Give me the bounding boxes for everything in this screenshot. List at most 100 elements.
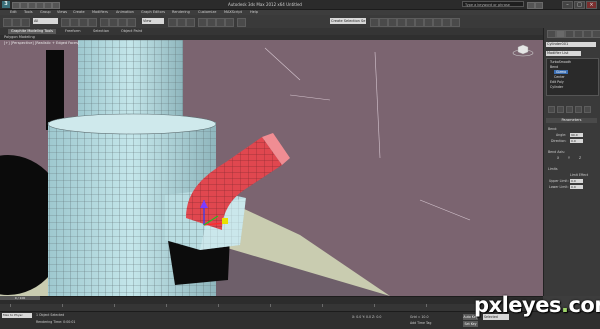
upper-limit-spinner[interactable]: 0.0 [570,179,583,183]
manipulate-icon[interactable] [177,18,186,27]
move-icon[interactable] [100,18,109,27]
angle-snap-icon[interactable] [207,18,216,27]
close-button[interactable]: × [586,1,597,9]
save-file-icon[interactable] [28,2,36,9]
select-by-name-icon[interactable] [70,18,79,27]
menu-tools[interactable]: Tools [24,10,33,14]
undo-button-icon[interactable] [3,18,12,27]
tab-selection[interactable]: Selection [90,29,112,34]
pin-stack-icon[interactable] [548,106,555,113]
render-production-icon[interactable] [451,18,460,27]
track-bar[interactable] [0,304,543,311]
display-tab-icon[interactable] [583,30,592,38]
create-tab-icon[interactable] [547,30,556,38]
render-setup-icon[interactable] [433,18,442,27]
app-logo-icon[interactable]: 3 [2,1,10,8]
viewcube-icon[interactable] [512,43,534,57]
menu-help[interactable]: Help [250,10,258,14]
window-crossing-icon[interactable] [88,18,97,27]
configure-sets-icon[interactable] [584,106,591,113]
schematic-view-icon[interactable] [415,18,424,27]
perspective-viewport[interactable]: [+] [Perspective] [Realistic + Edged Fac… [0,40,543,296]
menu-views[interactable]: Views [57,10,67,14]
menu-group[interactable]: Group [40,10,51,14]
viewport-label[interactable]: [+] [Perspective] [Realistic + Edged Fac… [4,41,79,45]
link-icon[interactable] [21,18,30,27]
select-object-icon[interactable] [61,18,70,27]
help-icon[interactable] [535,2,543,9]
set-key-button[interactable]: Set Key [463,321,478,327]
angle-spinner[interactable]: 90.0 [570,133,583,137]
menu-rendering[interactable]: Rendering [172,10,190,14]
modify-tab-icon[interactable] [556,30,565,38]
snaps-toggle-icon[interactable] [198,18,207,27]
undo-icon[interactable] [36,2,44,9]
add-time-tag-button[interactable]: Add Time Tag [410,321,431,325]
maxscript-listener-input[interactable]: Max to Physc [2,313,32,318]
limit-effect-checkbox[interactable]: Limit Effect [570,173,588,177]
stack-item[interactable]: Edit Poly [550,80,564,84]
motion-tab-icon[interactable] [574,30,583,38]
bend-group-label: Bend: [548,127,558,131]
stack-item[interactable]: Bend [550,65,558,69]
tab-graphite-modeling[interactable]: Graphite Modeling Tools [8,29,57,34]
new-file-icon[interactable] [12,2,20,9]
hierarchy-tab-icon[interactable] [565,30,574,38]
window-title: Autodesk 3ds Max 2012 x64 Untitled [228,2,302,7]
material-editor-icon[interactable] [424,18,433,27]
rendered-frame-icon[interactable] [442,18,451,27]
spinner-snap-icon[interactable] [225,18,234,27]
utilities-tab-icon[interactable] [592,30,600,38]
show-end-result-icon[interactable] [557,106,564,113]
graphite-toggle-icon[interactable] [397,18,406,27]
object-name-field[interactable]: Cylinder001 [546,42,596,47]
lower-limit-spinner[interactable]: 0.0 [570,185,583,189]
open-file-icon[interactable] [20,2,28,9]
minimize-button[interactable]: – [562,1,573,9]
menu-edit[interactable]: Edit [10,10,17,14]
mirror-icon[interactable] [370,18,379,27]
edit-named-selection-icon[interactable] [237,18,246,27]
menu-maxscript[interactable]: MAXScript [224,10,242,14]
remove-modifier-icon[interactable] [575,106,582,113]
pivot-icon[interactable] [168,18,177,27]
selection-filter-dropdown[interactable]: All [33,18,58,24]
stack-item[interactable]: Cylinder [550,85,563,89]
tab-object-paint[interactable]: Object Paint [118,29,145,34]
reference-coord-icon[interactable] [127,18,136,27]
menu-graph-editors[interactable]: Graph Editors [141,10,165,14]
stack-item[interactable]: Center [554,75,565,79]
maximize-button[interactable]: □ [574,1,585,9]
time-slider[interactable]: 0 / 100 [0,296,40,300]
stack-item[interactable]: TurboSmooth [550,60,571,64]
scale-icon[interactable] [118,18,127,27]
make-unique-icon[interactable] [566,106,573,113]
layer-manager-icon[interactable] [388,18,397,27]
infocenter-icon[interactable] [527,2,535,9]
keyboard-shortcut-icon[interactable] [186,18,195,27]
named-selection-dropdown[interactable]: Create Selection Se [330,18,366,24]
menu-modifiers[interactable]: Modifiers [92,10,108,14]
menu-animation[interactable]: Animation [116,10,134,14]
tab-freeform[interactable]: Freeform [62,29,84,34]
modifier-list-dropdown[interactable]: Modifier List [546,51,581,56]
rotate-icon[interactable] [109,18,118,27]
parameters-rollout-header[interactable]: Parameters [546,118,597,123]
curve-editor-icon[interactable] [406,18,415,27]
menu-create[interactable]: Create [73,10,85,14]
search-input[interactable]: Type a keyword or phrase [462,1,524,7]
redo-button-icon[interactable] [12,18,21,27]
redo-icon[interactable] [44,2,52,9]
axis-z-radio[interactable]: Z [579,156,581,160]
stack-item-selected[interactable]: Gizmo [554,70,569,74]
percent-snap-icon[interactable] [216,18,225,27]
axis-x-radio[interactable]: X [557,156,559,160]
rectangular-region-icon[interactable] [79,18,88,27]
reference-coordinate-dropdown[interactable]: View [142,18,164,24]
project-folder-icon[interactable] [52,2,60,9]
coordinate-readout[interactable]: X: 0.0 Y: 0.0 Z: 0.0 [352,315,381,319]
align-icon[interactable] [379,18,388,27]
direction-spinner[interactable]: 0.0 [570,139,583,143]
axis-y-radio[interactable]: Y [568,156,570,160]
menu-customize[interactable]: Customize [198,10,216,14]
